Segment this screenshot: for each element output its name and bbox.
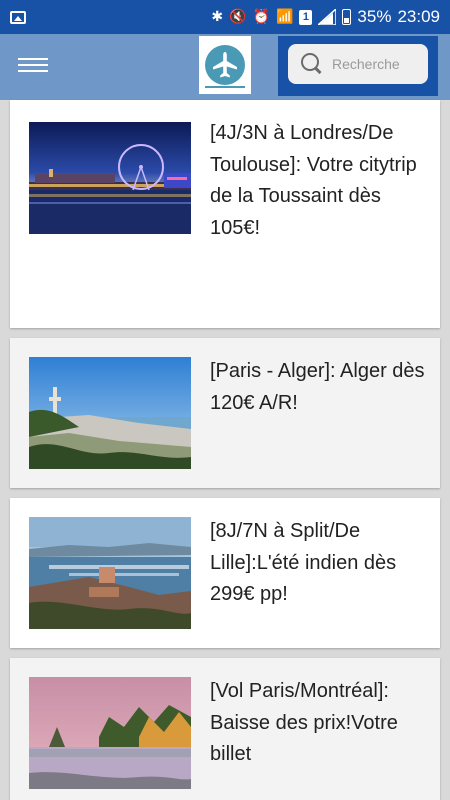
logo-underline (205, 86, 245, 88)
search-icon[interactable] (300, 52, 324, 76)
sim-icon: 1 (299, 9, 313, 25)
search-input[interactable] (332, 56, 428, 72)
article-image-london[interactable] (29, 122, 191, 234)
article-card[interactable]: [Paris - Alger]: Alger dès 120€ A/R! (10, 338, 440, 488)
article-image-split[interactable] (29, 517, 191, 629)
app-logo[interactable] (199, 36, 251, 94)
wifi-icon: 📶 (275, 9, 294, 25)
search-box[interactable] (288, 44, 428, 84)
article-title[interactable]: [8J/7N à Split/De Lille]:L'été indien dè… (210, 516, 430, 611)
article-title[interactable]: [Vol Paris/Montréal]: Baisse des prix!Vo… (210, 676, 430, 771)
article-card[interactable]: [Vol Paris/Montréal]: Baisse des prix!Vo… (10, 658, 440, 800)
menu-icon[interactable] (18, 54, 48, 80)
article-card[interactable]: [4J/3N à Londres/De Toulouse]: Votre cit… (10, 100, 440, 328)
image-icon (10, 10, 26, 24)
article-image-canada[interactable] (29, 677, 191, 789)
article-title[interactable]: [4J/3N à Londres/De Toulouse]: Votre cit… (210, 118, 430, 244)
alarm-icon: ⏰ (252, 9, 270, 25)
battery-percent: 35% (357, 7, 392, 26)
clock: 23:09 (397, 7, 440, 26)
mute-icon: 🔇 (229, 9, 247, 25)
status-bar: ✱ 🔇 ⏰ 📶 1 35% 23:09 (0, 0, 450, 34)
article-card[interactable]: [8J/7N à Split/De Lille]:L'été indien dè… (10, 498, 440, 648)
article-image-algiers[interactable] (29, 357, 191, 469)
airplane-icon (205, 45, 245, 85)
battery-icon (342, 9, 352, 25)
bluetooth-icon: ✱ (211, 9, 224, 25)
article-title[interactable]: [Paris - Alger]: Alger dès 120€ A/R! (210, 356, 430, 419)
search-container (278, 36, 438, 96)
signal-icon (318, 9, 337, 25)
